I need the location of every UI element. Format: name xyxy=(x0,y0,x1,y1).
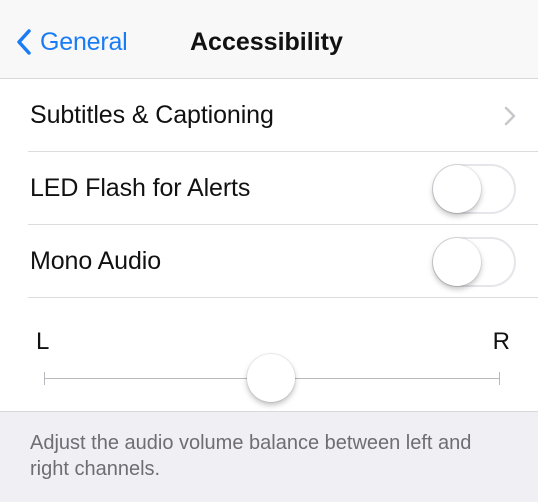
navigation-bar: General Accessibility xyxy=(0,0,538,79)
row-mono-audio: Mono Audio xyxy=(0,225,538,298)
balance-tick-left xyxy=(44,372,45,385)
mono-audio-toggle[interactable] xyxy=(432,236,516,287)
page-title: Accessibility xyxy=(190,28,343,56)
back-button[interactable]: General xyxy=(16,26,128,58)
balance-right-label: R xyxy=(492,328,510,355)
row-label: Mono Audio xyxy=(30,247,162,275)
balance-control: L R xyxy=(0,298,538,410)
row-led-flash-alerts: LED Flash for Alerts xyxy=(0,152,538,225)
back-button-label: General xyxy=(40,27,128,56)
settings-list: Subtitles & Captioning LED Flash for Ale… xyxy=(0,79,538,410)
chevron-left-icon xyxy=(17,29,31,55)
balance-footer-text: Adjust the audio volume balance between … xyxy=(30,432,472,480)
row-subtitles-captioning[interactable]: Subtitles & Captioning xyxy=(0,79,538,152)
row-label: LED Flash for Alerts xyxy=(30,174,251,202)
toggle-knob xyxy=(433,237,481,286)
balance-tick-right xyxy=(499,372,500,385)
led-flash-toggle[interactable] xyxy=(432,163,516,214)
row-label: Subtitles & Captioning xyxy=(30,101,274,129)
toggle-knob xyxy=(433,164,481,213)
section-footer: Adjust the audio volume balance between … xyxy=(0,411,538,502)
balance-slider-thumb[interactable] xyxy=(247,354,295,402)
chevron-right-icon xyxy=(504,106,516,125)
balance-left-label: L xyxy=(36,328,50,355)
